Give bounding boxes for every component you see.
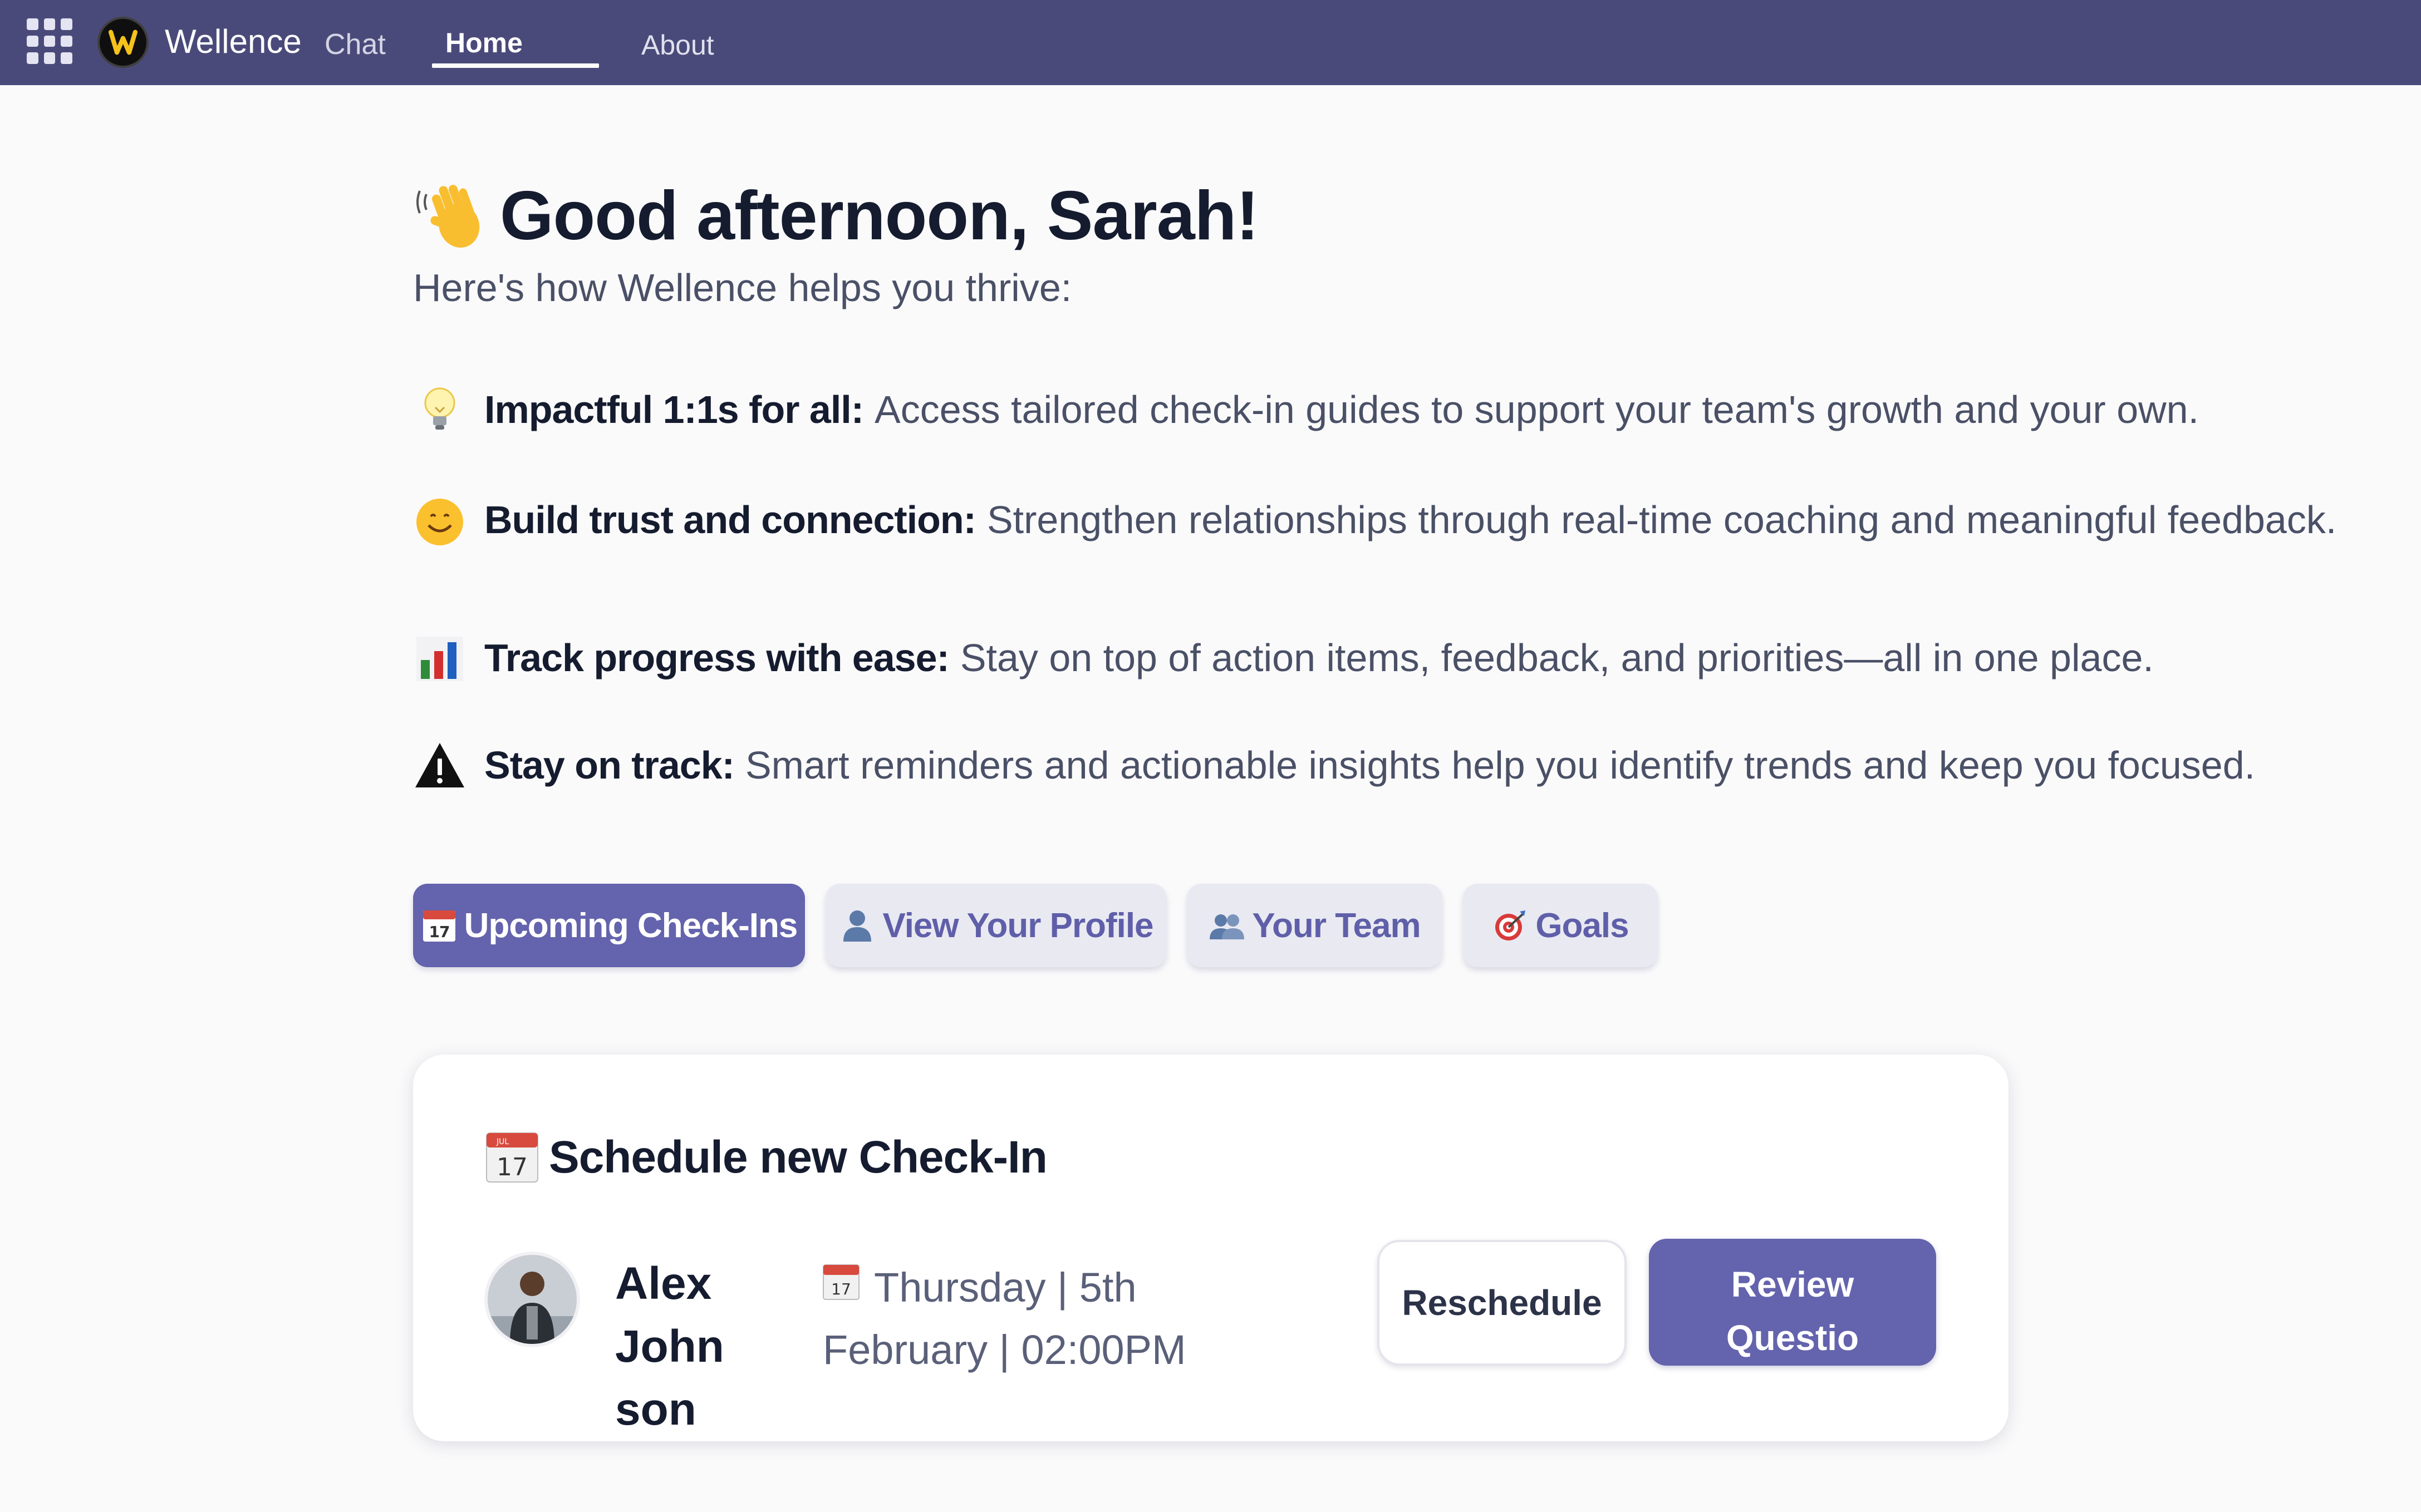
calendar-icon: 17 — [423, 910, 455, 942]
waving-hand-icon — [416, 185, 480, 248]
tab-label: Upcoming Check-Ins — [464, 906, 798, 945]
svg-text:17: 17 — [429, 923, 449, 941]
tab-label: Goals — [1535, 906, 1629, 945]
feature-title: Impactful 1:1s for all: — [484, 388, 864, 431]
review-questions-label: Review Questions — [1726, 1264, 1859, 1411]
feature-item-impactful-1on1s: Impactful 1:1s for all: Access tailored … — [412, 382, 2199, 437]
reschedule-button[interactable]: Reschedule — [1377, 1240, 1627, 1366]
greeting-title: Good afternoon, Sarah! — [500, 178, 1259, 254]
feature-item-build-trust: Build trust and connection: Strengthen r… — [412, 492, 2336, 548]
feature-title: Track progress with ease: — [484, 636, 950, 679]
card-header: JUL 17 Schedule new Check-In — [484, 1130, 1048, 1185]
check-in-datetime: Thursday | 5th February | 02:00PM — [823, 1264, 1186, 1373]
tab-label: Your Team — [1252, 906, 1421, 945]
tab-upcoming-check-ins[interactable]: 17 Upcoming Check-Ins — [413, 884, 805, 967]
card-title: Schedule new Check-In — [549, 1132, 1048, 1183]
nav-tab-about[interactable]: About — [641, 29, 714, 61]
active-tab-indicator — [432, 63, 599, 68]
feature-title: Stay on track: — [484, 743, 735, 787]
feature-description: Smart reminders and actionable insights … — [745, 743, 2256, 787]
lightbulb-icon — [424, 387, 455, 430]
tab-goals[interactable]: Goals — [1463, 884, 1658, 967]
top-navigation-bar: Wellence Chat Home About — [0, 0, 2421, 85]
target-icon — [1495, 910, 1526, 940]
calendar-day: 17 — [497, 1153, 528, 1181]
feature-description: Strengthen relationships through real-ti… — [986, 498, 2337, 541]
avatar — [488, 1255, 577, 1344]
tab-view-your-profile[interactable]: View Your Profile — [826, 884, 1167, 967]
feature-item-stay-on-track: Stay on track: Smart reminders and actio… — [412, 737, 2255, 793]
feature-description: Stay on top of action items, feedback, a… — [960, 636, 2154, 679]
wellence-logo — [97, 17, 149, 68]
bar-chart-icon — [416, 637, 463, 681]
warning-icon — [415, 743, 464, 787]
greeting-subtitle: Here's how Wellence helps you thrive: — [413, 266, 1072, 309]
feature-description: Access tailored check-in guides to suppo… — [875, 388, 2199, 431]
app-launcher-icon[interactable] — [27, 18, 72, 64]
smiley-icon — [416, 499, 463, 545]
tab-label: View Your Profile — [882, 906, 1153, 945]
feature-title: Build trust and connection: — [484, 498, 976, 541]
calendar-icon: JUL 17 — [486, 1132, 538, 1183]
people-icon — [1210, 914, 1245, 939]
tab-your-team[interactable]: Your Team — [1187, 884, 1442, 967]
brand-subtitle: Chat — [325, 28, 386, 61]
greeting-header: Good afternoon, Sarah! — [412, 171, 1259, 260]
person-name: Alex Johnson — [615, 1258, 724, 1435]
calendar-month: JUL — [496, 1137, 509, 1146]
feature-item-track-progress: Track progress with ease: Stay on top of… — [412, 630, 2154, 686]
nav-tab-home[interactable]: Home — [445, 27, 523, 59]
person-icon — [843, 910, 872, 942]
brand-name: Wellence — [165, 23, 302, 60]
